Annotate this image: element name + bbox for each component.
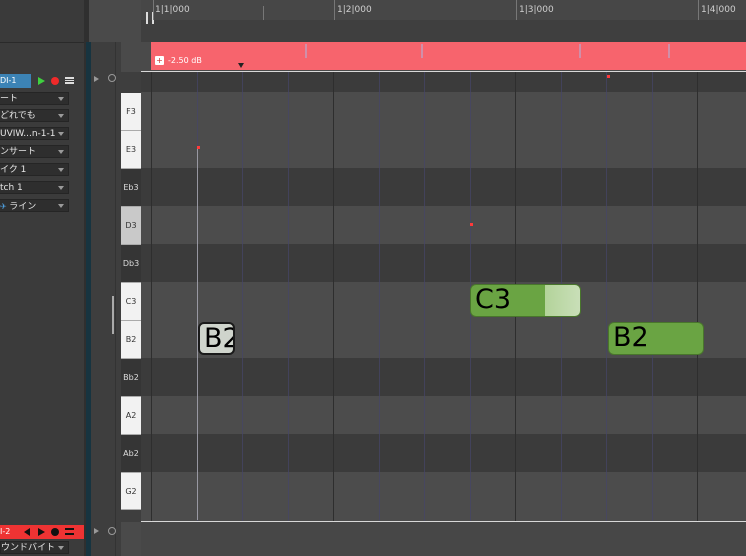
record-icon[interactable] (51, 77, 59, 85)
piano-key[interactable]: D3 (121, 207, 141, 245)
instrument-dropdown[interactable]: UVIW...n-1-1 (0, 127, 69, 140)
mini-column (91, 42, 121, 556)
record-icon[interactable] (51, 528, 59, 536)
search-icon[interactable] (108, 527, 116, 535)
midi-note[interactable]: B2 (198, 322, 235, 355)
marker-dot (470, 223, 473, 226)
piano-key[interactable]: E3 (121, 131, 141, 169)
automation-marker (305, 44, 307, 58)
piano-key[interactable]: Eb3 (121, 169, 141, 207)
patch-dropdown[interactable]: tch 1 (0, 181, 69, 194)
track-name[interactable]: DI-1 (0, 74, 31, 88)
automation-icon: ✈ (0, 202, 10, 211)
insert-dropdown[interactable]: ンサート (0, 145, 69, 158)
ruler-tick (698, 0, 699, 20)
track-header-2[interactable]: I-2 (0, 525, 84, 539)
add-automation-button[interactable]: + (155, 56, 164, 65)
lane-gutter (141, 42, 151, 70)
ruler-label: 1|1|000 (155, 5, 190, 15)
divider (115, 42, 116, 556)
menu-icon[interactable] (65, 528, 74, 535)
piano-key[interactable]: Ab2 (121, 435, 141, 473)
automation-value: -2.50 dB (168, 56, 202, 65)
line-dropdown[interactable]: ✈ ライン (0, 199, 69, 212)
input-dropdown[interactable]: どれでも (0, 109, 69, 122)
automation-point-icon[interactable] (238, 63, 244, 68)
piano-key[interactable]: F3 (121, 93, 141, 131)
piano-key[interactable]: A2 (121, 397, 141, 435)
ruler-tick (153, 0, 154, 20)
mic-dropdown[interactable]: イク 1 (0, 163, 69, 176)
timeline-ruler[interactable] (141, 0, 746, 20)
chevron-down-icon (58, 97, 64, 101)
play-icon[interactable] (38, 77, 45, 85)
ruler-lower (141, 20, 746, 42)
expand-icon[interactable] (94, 76, 99, 82)
midi-note[interactable]: B2 (608, 322, 704, 355)
speaker-icon[interactable] (24, 528, 30, 536)
chevron-down-icon (58, 204, 64, 208)
chevron-down-icon (58, 168, 64, 172)
automation-marker (579, 44, 581, 58)
ruler-tick (263, 6, 264, 20)
ruler-label: 1|4|000 (701, 5, 736, 15)
piano-key[interactable]: Db3 (121, 245, 141, 283)
output-dropdown[interactable]: ート (0, 92, 69, 105)
menu-icon[interactable] (65, 77, 74, 84)
chevron-down-icon (58, 546, 64, 550)
expand-icon[interactable] (94, 528, 99, 534)
automation-marker (668, 44, 670, 58)
chevron-down-icon (58, 186, 64, 190)
midi-note[interactable]: C3 (470, 284, 581, 317)
divider (141, 71, 746, 72)
ruler-tick (334, 0, 335, 20)
ruler-label: 1|2|000 (337, 5, 372, 15)
piano-key[interactable]: G2 (121, 473, 141, 510)
automation-marker (421, 44, 423, 58)
chevron-down-icon (58, 114, 64, 118)
piano-key[interactable]: Bb2 (121, 359, 141, 397)
chevron-down-icon (58, 132, 64, 136)
track-header-1[interactable]: DI-1 (0, 74, 84, 88)
marker-dot (197, 146, 200, 149)
divider (0, 42, 84, 43)
piano-key[interactable]: B2 (121, 321, 141, 359)
ruler-label: 1|3|000 (519, 5, 554, 15)
marker-dot (607, 75, 610, 78)
track-list-header (0, 0, 84, 42)
output-dropdown[interactable]: ウンドバイト (0, 541, 69, 554)
resize-handle[interactable] (112, 296, 114, 334)
search-icon[interactable] (108, 74, 116, 82)
chevron-down-icon (58, 150, 64, 154)
ruler-tick (516, 0, 517, 20)
play-icon[interactable] (38, 528, 45, 536)
piano-key[interactable]: C3 (121, 283, 141, 321)
next-track-lane (141, 522, 746, 556)
